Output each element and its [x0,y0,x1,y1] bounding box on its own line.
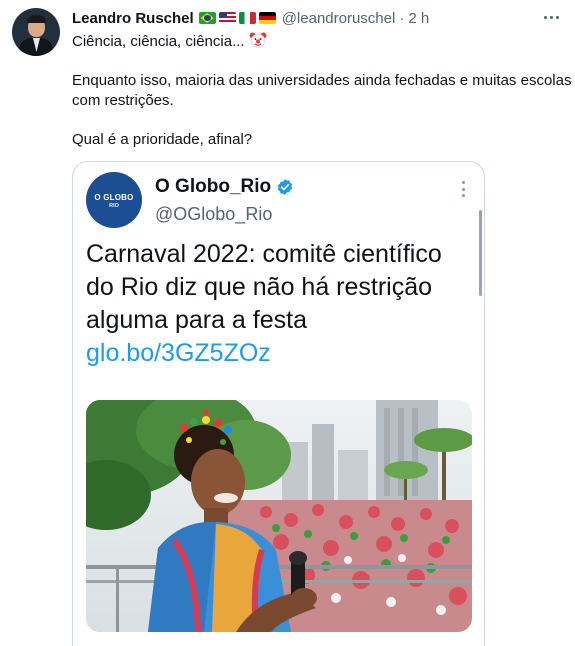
tweet-timestamp[interactable]: 2 h [408,10,429,27]
embedded-author-name: O Globo_Rio [155,176,294,198]
tweet[interactable]: Leandro Ruschel @leandroruschel · 2 h Ci… [0,0,575,646]
verified-badge-icon [277,179,293,195]
more-options-icon[interactable] [541,8,561,26]
flag-usa-icon [218,12,236,24]
carnival-photo-illustration [86,400,472,632]
tweet-text-line-1: Ciência, ciência, ciência... [72,31,572,52]
tweet-text-2: Enquanto isso, maioria das universidades… [72,72,572,109]
logo-text-2: RIO [109,203,119,209]
tweet-text-3: Qual é a prioridade, afinal? [72,131,253,148]
embedded-scrollbar [479,210,482,296]
embedded-more-icon [461,181,465,197]
embedded-tweet-text: Carnaval 2022: comitê científico do Rio … [86,238,466,370]
header-separator: · [399,9,405,27]
clown-face-icon [249,32,267,49]
embedded-author-name-text: O Globo_Rio [155,176,272,197]
avatar-hair [27,15,46,23]
author-avatar[interactable] [12,8,60,56]
flag-germany-icon [258,12,276,24]
name-flags [198,12,276,24]
embedded-text-body: Carnaval 2022: comitê científico do Rio … [86,240,442,334]
embedded-link: glo.bo/3GZ5ZOz [86,339,271,367]
embedded-author-handle: @OGlobo_Rio [155,204,273,224]
tweet-header: Leandro Ruschel @leandroruschel · 2 h [72,9,429,27]
author-handle[interactable]: @leandroruschel [282,10,396,27]
flag-italy-icon [238,12,256,24]
tweet-text-1: Ciência, ciência, ciência... [72,33,245,50]
oglobo-rio-logo: O GLOBO RIO [86,172,142,228]
embedded-tweet-image[interactable]: O GLOBO RIO O Globo_Rio @OGlobo_Rio Carn… [72,161,485,646]
logo-text-1: O GLOBO [94,193,134,202]
flag-brazil-icon [198,12,216,24]
carnival-photo [86,400,472,632]
author-name[interactable]: Leandro Ruschel [72,10,194,27]
